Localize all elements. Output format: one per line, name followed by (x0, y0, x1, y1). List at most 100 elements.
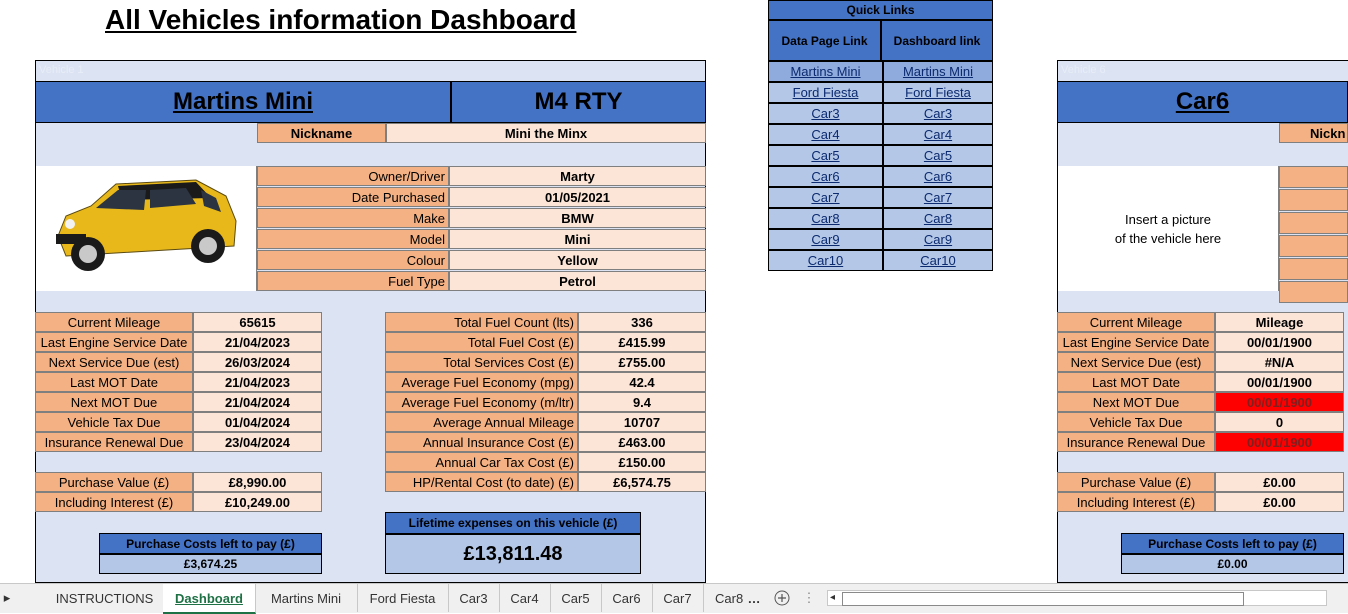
scroll-left-arrow-icon[interactable]: ◂ (830, 591, 842, 605)
detail-row: Colour Yellow (257, 250, 706, 270)
lifetime-expenses-value: £13,811.48 (385, 534, 641, 574)
stat-row: Last MOT Date 00/01/1900 (1057, 372, 1344, 392)
splitter-handle-icon[interactable]: ⋮ (803, 584, 816, 612)
detail-row: Owner/Driver Marty (257, 166, 706, 186)
vehicle6-label: Vehicle 6 (1061, 64, 1106, 76)
dashboard-link-car10[interactable]: Car10 (883, 250, 993, 271)
tab-dashboard[interactable]: Dashboard (163, 584, 256, 614)
vehicle6-left-to-pay-value: £0.00 (1121, 554, 1344, 574)
vehicle1-reg: M4 RTY (450, 82, 705, 122)
data-link-car8[interactable]: Car8 (768, 208, 883, 229)
sheet-tab-bar: ▸ INSTRUCTIONS Dashboard Martins Mini Fo… (0, 583, 1348, 614)
add-sheet-icon[interactable] (770, 584, 794, 612)
purchase-row: Including Interest (£) £10,249.00 (35, 492, 322, 512)
stat-row: Last Engine Service Date 00/01/1900 (1057, 332, 1344, 352)
tab-car3[interactable]: Car3 (448, 584, 500, 612)
data-link-car6[interactable]: Car6 (768, 166, 883, 187)
quick-links-table: Martins Mini Martins Mini Ford Fiesta Ford… (768, 61, 993, 271)
detail-row: Date Purchased 01/05/2021 (257, 187, 706, 207)
stat-row: Next Service Due (est) 26/03/2024 (35, 352, 322, 372)
dashboard-link-car4[interactable]: Car4 (883, 124, 993, 145)
stat-row: HP/Rental Cost (to date) (£) £6,574.75 (385, 472, 706, 492)
dashboard-link-ford-fiesta[interactable]: Ford Fiesta (883, 82, 993, 103)
stat-row: Last Engine Service Date 21/04/2023 (35, 332, 322, 352)
stat-row: Insurance Renewal Due 00/01/1900 (1057, 432, 1344, 452)
more-tabs-icon[interactable]: … (743, 584, 765, 612)
data-link-car7[interactable]: Car7 (768, 187, 883, 208)
dashboard-link-car3[interactable]: Car3 (883, 103, 993, 124)
dashboard-link-car9[interactable]: Car9 (883, 229, 993, 250)
stat-row: Current Mileage Mileage (1057, 312, 1344, 332)
data-link-car5[interactable]: Car5 (768, 145, 883, 166)
scrollbar-thumb[interactable] (842, 592, 1244, 606)
purchase-row: Purchase Value (£) £8,990.00 (35, 472, 322, 492)
vehicle6-left-to-pay-label: Purchase Costs left to pay (£) (1121, 533, 1344, 554)
vehicle6-nickname-label: Nickn (1279, 123, 1348, 143)
quick-links-col1-header: Data Page Link (768, 20, 881, 61)
dashboard-link-car6[interactable]: Car6 (883, 166, 993, 187)
stat-row: Next MOT Due 21/04/2024 (35, 392, 322, 412)
tab-car6[interactable]: Car6 (601, 584, 653, 612)
tab-martins-mini[interactable]: Martins Mini (255, 584, 358, 612)
detail-row: Model Mini (257, 229, 706, 249)
vehicle6-nickname-row: Nickn (1279, 123, 1348, 143)
tab-car4[interactable]: Car4 (499, 584, 551, 612)
nickname-label: Nickname (257, 123, 386, 143)
stat-row: Annual Insurance Cost (£) £463.00 (385, 432, 706, 452)
data-link-ford-fiesta[interactable]: Ford Fiesta (768, 82, 883, 103)
vehicle1-label: Vehicle 1 (39, 64, 84, 76)
detail-row: Make BMW (257, 208, 706, 228)
vehicle6-picture-placeholder: Insert a picture of the vehicle here (1058, 166, 1279, 291)
detail-row: Fuel Type Petrol (257, 271, 706, 291)
purchase-row: Including Interest (£) £0.00 (1057, 492, 1344, 512)
stat-row: Annual Car Tax Cost (£) £150.00 (385, 452, 706, 472)
vehicle6-namebar: Car6 (1057, 81, 1348, 123)
tab-instructions[interactable]: INSTRUCTIONS (46, 584, 164, 612)
stat-row: Last MOT Date 21/04/2023 (35, 372, 322, 392)
stat-row: Vehicle Tax Due 0 (1057, 412, 1344, 432)
tab-scroll-right-icon[interactable]: ▸ (0, 584, 14, 612)
vehicle6-name[interactable]: Car6 (1058, 82, 1347, 122)
quick-links-col2-header: Dashboard link (881, 20, 993, 61)
picture-placeholder-line1: Insert a picture (1125, 211, 1211, 227)
stat-row: Next MOT Due 00/01/1900 (1057, 392, 1344, 412)
vehicle1-namebar: Martins Mini M4 RTY (35, 81, 706, 123)
dashboard-link-car7[interactable]: Car7 (883, 187, 993, 208)
vehicle1-right-stats: Total Fuel Count (lts) 336 Total Fuel Cos… (385, 312, 706, 492)
tab-ford-fiesta[interactable]: Ford Fiesta (357, 584, 449, 612)
data-link-car4[interactable]: Car4 (768, 124, 883, 145)
horizontal-scrollbar[interactable]: ◂ (827, 590, 1327, 606)
stat-row: Average Fuel Economy (m/ltr) 9.4 (385, 392, 706, 412)
stat-row: Vehicle Tax Due 01/04/2024 (35, 412, 322, 432)
vehicle1-left-stats: Current Mileage 65615 Last Engine Service… (35, 312, 322, 512)
yellow-car-image (56, 179, 237, 271)
tab-car7[interactable]: Car7 (652, 584, 704, 612)
vehicle6-left-stats: Current Mileage Mileage Last Engine Servi… (1057, 312, 1344, 512)
stat-row: Total Services Cost (£) £755.00 (385, 352, 706, 372)
purchase-row: Purchase Value (£) £0.00 (1057, 472, 1344, 492)
stat-row: Current Mileage 65615 (35, 312, 322, 332)
vehicle1-nickname-row: Nickname Mini the Minx (257, 123, 706, 143)
data-link-car9[interactable]: Car9 (768, 229, 883, 250)
dashboard-link-car8[interactable]: Car8 (883, 208, 993, 229)
data-link-car10[interactable]: Car10 (768, 250, 883, 271)
stat-row: Total Fuel Count (lts) 336 (385, 312, 706, 332)
lifetime-expenses-label: Lifetime expenses on this vehicle (£) (385, 512, 641, 534)
dashboard-link-car5[interactable]: Car5 (883, 145, 993, 166)
data-link-martins-mini[interactable]: Martins Mini (768, 61, 883, 82)
quick-links-header: Quick Links (768, 0, 993, 20)
vehicle1-name[interactable]: Martins Mini (36, 82, 450, 122)
left-to-pay-label: Purchase Costs left to pay (£) (99, 533, 322, 554)
left-to-pay-value: £3,674.25 (99, 554, 322, 574)
vehicle1-details: Owner/Driver Marty Date Purchased 01/05/20… (257, 166, 706, 291)
vehicle6-details-stub (1279, 166, 1348, 303)
stat-row: Total Fuel Cost (£) £415.99 (385, 332, 706, 352)
tab-car5[interactable]: Car5 (550, 584, 602, 612)
dashboard-link-martins-mini[interactable]: Martins Mini (883, 61, 993, 82)
stat-row: Average Fuel Economy (mpg) 42.4 (385, 372, 706, 392)
picture-placeholder-line2: of the vehicle here (1114, 230, 1222, 246)
data-link-car3[interactable]: Car3 (768, 103, 883, 124)
stat-row: Average Annual Mileage 10707 (385, 412, 706, 432)
stat-row: Insurance Renewal Due 23/04/2024 (35, 432, 322, 452)
vehicle1-picture (36, 166, 257, 291)
